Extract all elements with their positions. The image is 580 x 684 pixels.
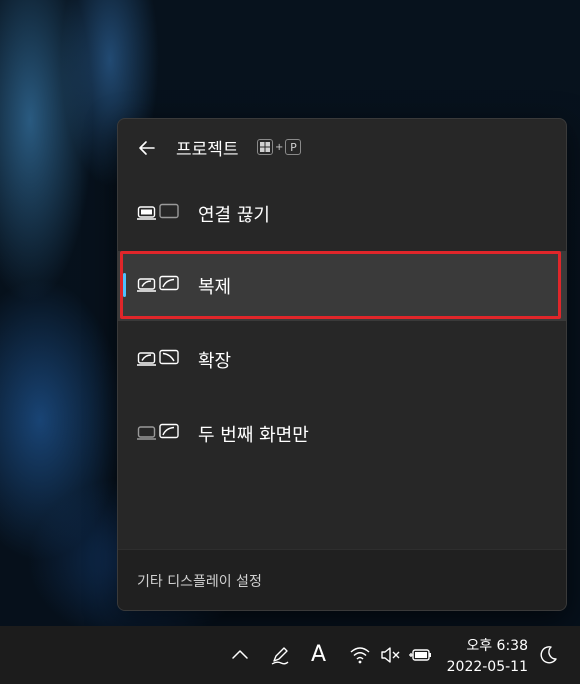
- project-flyout: 프로젝트 + P 연결 끊기 복제 확장 두 번째 화면만 기타 디스플레이 설…: [117, 118, 567, 611]
- option-label: 두 번째 화면만: [198, 425, 309, 446]
- option-label: 연결 끊기: [198, 205, 270, 226]
- windows-logo-icon: [257, 139, 273, 155]
- option-extend[interactable]: 확장: [118, 325, 566, 395]
- battery-charging-icon[interactable]: [409, 644, 433, 666]
- back-arrow-icon[interactable]: [136, 137, 158, 159]
- clock-time: 오후 6:38: [466, 638, 528, 654]
- taskbar-clock[interactable]: 오후 6:38 2022-05-11: [447, 635, 528, 675]
- taskbar: A 오후 6:38 2022-05-11: [0, 626, 580, 684]
- more-display-settings-link[interactable]: 기타 디스플레이 설정: [137, 571, 262, 591]
- duplicate-icon: [137, 275, 179, 292]
- flyout-title: 프로젝트: [176, 140, 239, 160]
- selection-indicator: [123, 273, 126, 297]
- pc-screen-only-icon: [137, 203, 179, 220]
- flyout-footer: 기타 디스플레이 설정: [118, 549, 566, 610]
- extend-icon: [137, 349, 179, 366]
- flyout-header: 프로젝트 + P: [118, 119, 566, 175]
- wifi-icon[interactable]: [349, 644, 371, 666]
- option-label: 확장: [198, 351, 232, 372]
- option-duplicate[interactable]: 복제: [118, 251, 566, 321]
- option-label: 복제: [198, 277, 232, 298]
- moon-icon[interactable]: [537, 644, 559, 666]
- ime-icon[interactable]: A: [311, 642, 326, 667]
- keyboard-shortcut: + P: [257, 139, 302, 155]
- option-pc-screen-only[interactable]: 연결 끊기: [118, 179, 566, 249]
- second-screen-only-icon: [137, 423, 179, 440]
- speaker-muted-icon[interactable]: [379, 644, 401, 666]
- shortcut-plus: +: [275, 141, 284, 153]
- option-second-screen-only[interactable]: 두 번째 화면만: [118, 399, 566, 469]
- pen-icon[interactable]: [269, 644, 291, 666]
- shortcut-key-p: P: [285, 139, 302, 155]
- clock-date: 2022-05-11: [446, 659, 528, 675]
- chevron-up-icon[interactable]: [229, 644, 251, 666]
